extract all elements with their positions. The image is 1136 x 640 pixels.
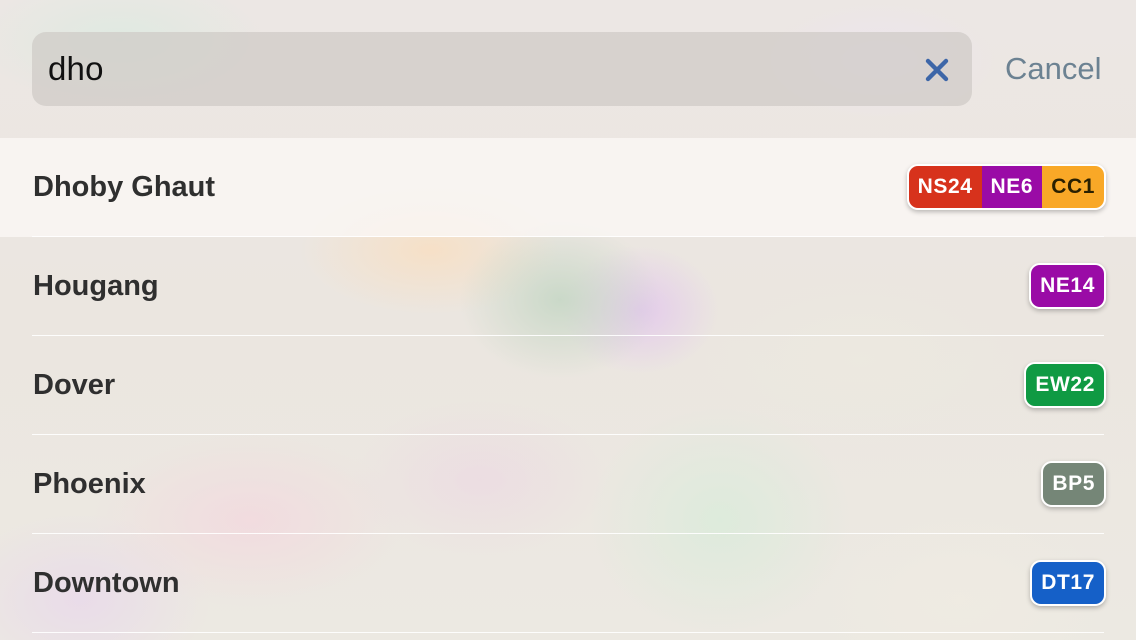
line-code: NE14 [1031, 265, 1104, 307]
list-item[interactable]: Downtown DT17 [0, 534, 1136, 633]
clear-search-button[interactable] [920, 53, 954, 87]
line-code: NE6 [981, 166, 1043, 208]
line-code-badge: EW22 [1024, 362, 1106, 408]
line-code-badge: DT17 [1030, 560, 1106, 606]
station-name: Dhoby Ghaut [33, 171, 216, 203]
row-divider [32, 632, 1104, 633]
station-name: Dover [33, 369, 116, 401]
line-code: DT17 [1032, 562, 1104, 604]
line-code: NS24 [908, 166, 982, 208]
cancel-button[interactable]: Cancel [1005, 50, 1102, 88]
line-code-badge: NE14 [1029, 263, 1106, 309]
line-code: EW22 [1026, 364, 1104, 406]
station-name: Downtown [33, 567, 180, 599]
line-code-badge: NS24 NE6 CC1 [906, 164, 1106, 210]
search-input[interactable]: dho [48, 50, 104, 88]
station-name: Hougang [33, 270, 159, 302]
list-item[interactable]: Phoenix BP5 [0, 435, 1136, 534]
line-code-badge: BP5 [1041, 461, 1106, 507]
search-field[interactable]: dho [32, 32, 972, 106]
list-item[interactable]: Hougang NE14 [0, 237, 1136, 336]
list-item[interactable]: Dhoby Ghaut NS24 NE6 CC1 [0, 138, 1136, 237]
list-item[interactable]: Dover EW22 [0, 336, 1136, 435]
line-code: BP5 [1043, 463, 1104, 505]
results-list: Dhoby Ghaut NS24 NE6 CC1 Hougang NE14 Do… [0, 138, 1136, 633]
station-name: Phoenix [33, 468, 146, 500]
search-header: dho Cancel [0, 0, 1136, 138]
line-code: CC1 [1042, 166, 1104, 208]
close-icon [925, 58, 949, 82]
